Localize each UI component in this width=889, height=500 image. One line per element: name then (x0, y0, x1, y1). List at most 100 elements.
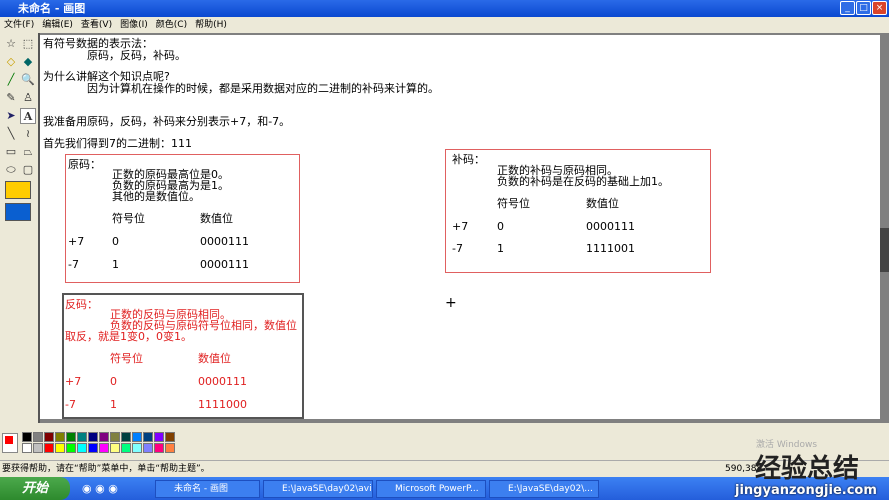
crosshair-cursor-icon: + (445, 295, 457, 311)
text-line: 我准备用原码，反码，补码来分别表示+7，和-7。 (43, 115, 291, 128)
cell: 0 (497, 220, 504, 233)
color-swatch[interactable] (33, 443, 43, 453)
menu-file[interactable]: 文件(F) (4, 20, 34, 30)
col-header: 数值位 (200, 212, 233, 225)
color-swatch[interactable] (66, 432, 76, 442)
box-title: 反码： (65, 298, 98, 311)
task-powerpoint[interactable]: Microsoft PowerP... (376, 480, 486, 498)
airbrush-icon[interactable]: ➤ (3, 108, 19, 124)
color-swatch[interactable] (154, 443, 164, 453)
color-swatch[interactable] (33, 432, 43, 442)
color-swatch[interactable] (66, 443, 76, 453)
color-swatch[interactable] (55, 432, 65, 442)
color-swatch[interactable] (121, 443, 131, 453)
window-title: 未命名 - 画图 (18, 2, 86, 15)
cell: 1111000 (198, 398, 247, 411)
menu-image[interactable]: 图像(I) (120, 20, 148, 30)
menu-bar: 文件(F) 编辑(E) 查看(V) 图像(I) 颜色(C) 帮助(H) (0, 17, 889, 33)
quick-launch-icons[interactable]: ◉ ◉ ◉ (82, 482, 118, 495)
magnifier-icon[interactable]: 🔍 (20, 72, 36, 88)
rect-select-icon[interactable]: ⬚ (20, 36, 36, 52)
color-swatch[interactable] (143, 443, 153, 453)
row-label: +7 (452, 220, 469, 233)
toolbox: ☆ ⬚ ◇ ◆ ╱ 🔍 ✎ ♙ ➤ A ╲ ≀ ▭ ⏢ ⬭ ▢ (0, 33, 38, 423)
current-colors (2, 433, 18, 453)
pencil-icon[interactable]: ✎ (3, 90, 19, 106)
menu-colors[interactable]: 颜色(C) (156, 20, 187, 30)
rounded-rect-icon[interactable]: ▢ (20, 162, 36, 178)
color-swatch[interactable] (99, 443, 109, 453)
resize-handle[interactable] (879, 228, 889, 272)
drawing-canvas[interactable]: 有符号数据的表示法： 原码，反码，补码。 为什么讲解这个知识点呢? 因为计算机在… (40, 35, 880, 419)
color-swatch[interactable] (22, 432, 32, 442)
start-button[interactable]: 开始 (0, 477, 70, 500)
color-picker-icon[interactable]: ╱ (3, 72, 19, 88)
watermark-cn: 经验总结 (754, 454, 859, 484)
color-swatch[interactable] (132, 443, 142, 453)
cell: 0000111 (198, 375, 247, 388)
row-label: -7 (65, 398, 76, 411)
color-swatch[interactable] (143, 432, 153, 442)
row-label: -7 (452, 242, 463, 255)
text-line: 原码，反码，补码。 (87, 49, 186, 62)
menu-help[interactable]: 帮助(H) (195, 20, 227, 30)
color-swatch[interactable] (88, 443, 98, 453)
maximize-button[interactable]: □ (856, 1, 871, 15)
cell: 0 (110, 375, 117, 388)
ellipse-icon[interactable]: ⬭ (3, 162, 19, 178)
fill-icon[interactable]: ◆ (20, 54, 36, 70)
color-swatch[interactable] (110, 443, 120, 453)
box-desc: 负数的补码是在反码的基础上加1。 (497, 175, 669, 188)
cell: 0 (112, 235, 119, 248)
color-swatch[interactable] (110, 432, 120, 442)
color-swatch[interactable] (77, 443, 87, 453)
color-swatch[interactable] (55, 443, 65, 453)
box-desc: 取反，就是1变0，0变1。 (65, 330, 192, 343)
color-palette (0, 430, 200, 456)
rectangle-icon[interactable]: ▭ (3, 144, 19, 160)
col-header: 符号位 (497, 197, 530, 210)
menu-view[interactable]: 查看(V) (81, 20, 112, 30)
watermark-url: jingyanzongjie.com (735, 483, 877, 498)
color-swatch[interactable] (44, 443, 54, 453)
transparent-mode-icon[interactable] (5, 203, 31, 221)
color-swatch[interactable] (88, 432, 98, 442)
col-header: 符号位 (112, 212, 145, 225)
curve-icon[interactable]: ≀ (20, 126, 36, 142)
color-swatch[interactable] (154, 432, 164, 442)
color-swatch[interactable] (77, 432, 87, 442)
color-swatch[interactable] (121, 432, 131, 442)
menu-edit[interactable]: 编辑(E) (42, 20, 73, 30)
minimize-button[interactable]: _ (840, 1, 855, 15)
cell: 1 (112, 258, 119, 271)
task-explorer[interactable]: E:\JavaSE\day02\avi (263, 480, 373, 498)
color-swatch[interactable] (165, 443, 175, 453)
cell: 1 (497, 242, 504, 255)
close-button[interactable]: × (872, 1, 887, 15)
task-explorer-2[interactable]: E:\JavaSE\day02\... (489, 480, 599, 498)
box-title: 补码： (452, 153, 485, 166)
text-line: 首先我们得到7的二进制：111 (43, 137, 192, 150)
yuanma-box: 原码： 正数的原码最高位是0。 负数的原码最高为是1。 其他的是数值位。 符号位… (65, 154, 300, 283)
color-swatch[interactable] (99, 432, 109, 442)
opaque-mode-icon[interactable] (5, 181, 31, 199)
row-label: -7 (68, 258, 79, 271)
color-swatch[interactable] (165, 432, 175, 442)
color-swatch[interactable] (22, 443, 32, 453)
box-desc: 其他的是数值位。 (112, 190, 200, 203)
box-title: 原码： (68, 158, 101, 171)
foreground-color (5, 436, 13, 444)
line-icon[interactable]: ╲ (3, 126, 19, 142)
brush-icon[interactable]: ♙ (20, 90, 36, 106)
free-select-icon[interactable]: ☆ (3, 36, 19, 52)
watermark-logo: 经验总结 (755, 448, 859, 485)
fanma-box: 反码： 正数的反码与原码相同。 负数的反码与原码符号位相同，数值位 取反，就是1… (62, 293, 304, 419)
text-tool-icon[interactable]: A (20, 108, 36, 124)
eraser-icon[interactable]: ◇ (3, 54, 19, 70)
color-swatch[interactable] (44, 432, 54, 442)
color-swatch[interactable] (132, 432, 142, 442)
task-paint[interactable]: 未命名 - 画图 (155, 480, 260, 498)
row-label: +7 (65, 375, 82, 388)
col-header: 数值位 (198, 352, 231, 365)
polygon-icon[interactable]: ⏢ (20, 144, 36, 160)
